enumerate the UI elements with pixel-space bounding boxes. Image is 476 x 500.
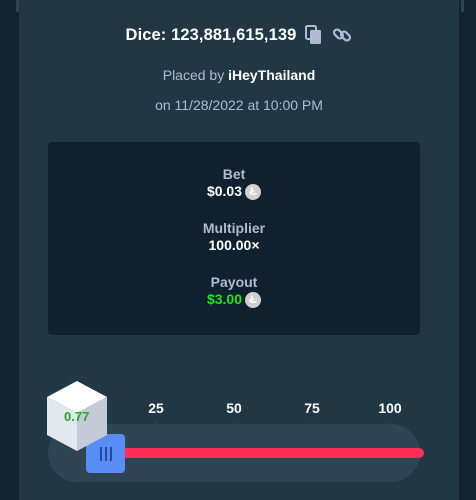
right-background	[459, 0, 476, 500]
placed-by-prefix: Placed by	[162, 67, 229, 83]
link-icon[interactable]	[332, 25, 352, 45]
slider-track-lose	[104, 448, 424, 458]
title-row: Dice: 123,881,615,139	[19, 22, 459, 48]
bet-value-row: $0.03	[206, 183, 262, 200]
stat-multiplier: Multiplier 100.00×	[48, 220, 420, 255]
tick-text: 100	[378, 400, 402, 416]
username-link[interactable]: iHeyThailand	[228, 67, 315, 83]
payout-value: $3.00	[206, 291, 243, 307]
dice-result-marker: 0.77	[46, 380, 108, 452]
placed-by: Placed by iHeyThailand	[19, 67, 459, 83]
stat-bet: Bet $0.03	[48, 166, 420, 201]
tick-label: 75	[292, 400, 332, 431]
multiplier-label: Multiplier	[202, 220, 266, 236]
scroll-stub	[461, 0, 464, 12]
tick-text: 75	[304, 400, 320, 416]
payout-label: Payout	[210, 274, 258, 290]
multiplier-value: 100.00×	[208, 237, 260, 253]
litecoin-icon	[245, 291, 262, 308]
bet-details-modal: Dice: 123,881,615,139 Placed by iHeyThai…	[19, 0, 459, 500]
stat-payout: Payout $3.00	[48, 274, 420, 309]
tick-text: 25	[148, 400, 164, 416]
tick-text: 50	[226, 400, 242, 416]
litecoin-icon	[245, 183, 262, 200]
bet-date: on 11/28/2022 at 10:00 PM	[155, 97, 323, 113]
copy-icon[interactable]	[304, 25, 324, 45]
tick-label: 50	[214, 400, 254, 431]
dice-result-value: 0.77	[64, 409, 90, 424]
bet-stats-panel: Bet $0.03 Multiplier 100.00× Payout $3.0…	[48, 142, 420, 335]
bet-title: Dice: 123,881,615,139	[125, 25, 297, 44]
bet-label: Bet	[222, 166, 246, 182]
tick-label: 100	[370, 400, 410, 431]
bet-value: $0.03	[206, 183, 243, 199]
payout-value-row: $3.00	[206, 291, 262, 308]
multiplier-value-row: 100.00×	[209, 237, 260, 254]
left-background	[0, 0, 19, 500]
tick-label: 25	[136, 400, 176, 431]
